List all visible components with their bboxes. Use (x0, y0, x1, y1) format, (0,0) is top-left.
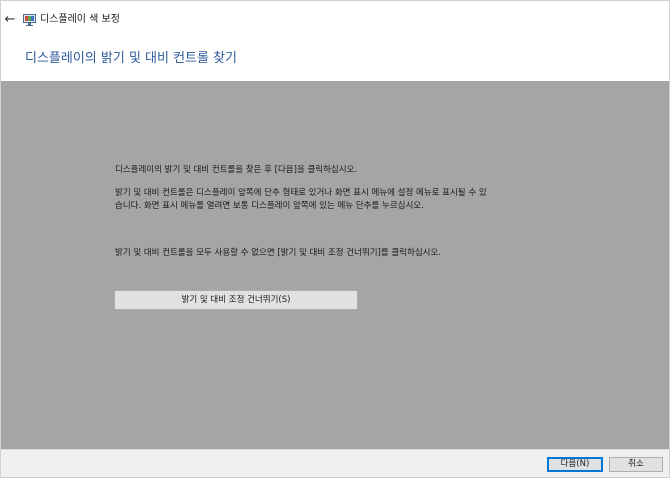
footer-bar: 다음(N) 취소 (1, 449, 669, 477)
page-title: 디스플레이의 밝기 및 대비 컨트롤 찾기 (25, 51, 238, 66)
content-area: 디스플레이의 밝기 및 대비 컨트롤을 찾은 후 [다음]을 클릭하십시오. 밝… (1, 81, 669, 449)
instruction-text: 밝기 및 대비 컨트롤을 모두 사용할 수 없으면 [밝기 및 대비 조정 건너… (115, 248, 441, 258)
display-color-calibration-icon (23, 14, 36, 26)
instruction-text: 디스플레이의 밝기 및 대비 컨트롤을 찾은 후 [다음]을 클릭하십시오. (115, 165, 358, 175)
instruction-text: 밝기 및 대비 컨트롤은 디스플레이 앞쪽에 단추 형태로 있거나 화면 표시 … (115, 188, 487, 198)
instruction-text: 습니다. 화면 표시 메뉴를 열려면 보통 디스플레이 앞쪽에 있는 메뉴 단추… (115, 201, 424, 211)
title-bar: ← 디스플레이 색 보정 (1, 1, 669, 39)
next-button[interactable]: 다음(N) (547, 457, 603, 472)
window-title: 디스플레이 색 보정 (40, 14, 120, 25)
cancel-button[interactable]: 취소 (609, 457, 663, 472)
calibration-window: ← 디스플레이 색 보정 디스플레이의 밝기 및 대비 컨트롤 찾기 디스플레이… (0, 0, 670, 478)
skip-brightness-contrast-button[interactable]: 밝기 및 대비 조정 건너뛰기(S) (114, 290, 358, 310)
back-arrow-icon[interactable]: ← (3, 11, 17, 29)
